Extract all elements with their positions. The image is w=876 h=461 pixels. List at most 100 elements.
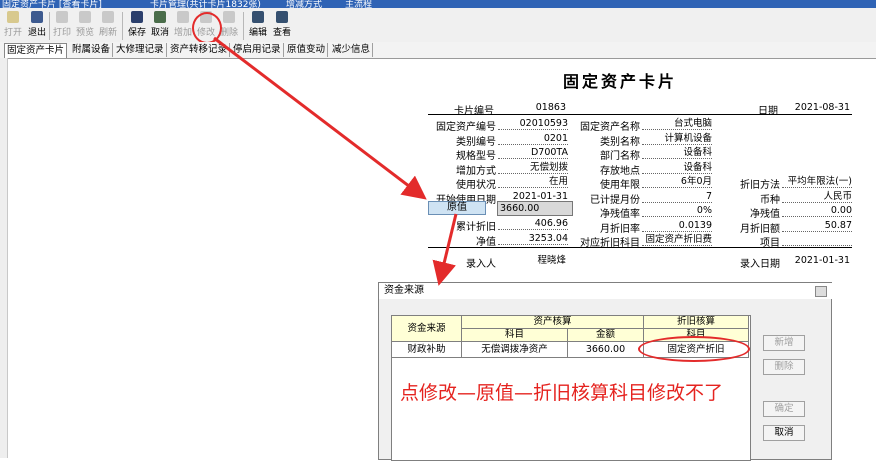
original-value-button[interactable]: 原值 bbox=[428, 201, 486, 215]
left-label: 类别编号 bbox=[456, 136, 496, 148]
mid-value: 7 bbox=[642, 191, 712, 203]
fund-source-dialog: 资金来源 资金来源 资产核算 折旧核算 科目 金额 科目 财政补助 无偿调拨净资… bbox=[378, 282, 836, 461]
modify-highlight-ring bbox=[192, 12, 222, 44]
left-label: 使用状况 bbox=[456, 180, 496, 191]
new-button[interactable]: 新增 bbox=[763, 335, 805, 351]
entry-date-label: 录入日期 bbox=[740, 259, 780, 270]
card-rule bbox=[428, 114, 852, 115]
mid-label: 使用年限 bbox=[600, 180, 640, 191]
right-value: 50.87 bbox=[782, 220, 852, 232]
col-group-asset: 资产核算 bbox=[462, 316, 644, 329]
toolbar: 打开 退出 打印 预览 刷新 保存 取消 增加 修改 删除 编辑 查看 bbox=[0, 8, 876, 43]
tab-stop-start-record[interactable]: 停启用记录 bbox=[231, 43, 284, 57]
refresh-button[interactable]: 刷新 bbox=[97, 11, 119, 41]
card-title: 固定资产卡片 bbox=[562, 72, 677, 91]
left-value: 0201 bbox=[498, 133, 568, 145]
window-tab-card[interactable]: 固定资产卡片 [查看卡片] bbox=[2, 0, 102, 8]
entered-by-label: 录入人 bbox=[466, 259, 496, 270]
right-label: 净残值 bbox=[750, 209, 780, 220]
col-amount: 金额 bbox=[568, 329, 644, 342]
exit-button[interactable]: 退出 bbox=[26, 11, 48, 41]
tab-attached-equipment[interactable]: 附属设备 bbox=[70, 43, 114, 57]
cell-amount[interactable]: 3660.00 bbox=[568, 342, 644, 358]
cell-asset-subject[interactable]: 无偿调拨净资产 bbox=[462, 342, 568, 358]
save-icon bbox=[131, 11, 143, 23]
view-button[interactable]: 查看 bbox=[271, 11, 293, 41]
add-button[interactable]: 增加 bbox=[172, 11, 194, 41]
close-icon[interactable] bbox=[815, 286, 827, 297]
right-label: 月折旧额 bbox=[740, 223, 780, 235]
window-tab-card-manage[interactable]: 卡片管理(共计卡片1832张) bbox=[150, 0, 261, 8]
cancel-button[interactable]: 取消 bbox=[149, 11, 171, 41]
mid-value: 台式电脑 bbox=[642, 118, 712, 130]
toolbar-separator bbox=[122, 12, 123, 40]
right-label: 折旧方法 bbox=[740, 180, 780, 191]
print-icon bbox=[56, 11, 68, 23]
toolbar-separator bbox=[49, 12, 50, 40]
annotation-text: 点修改—原值—折旧核算科目修改不了 bbox=[400, 382, 724, 404]
left-label: 固定资产编号 bbox=[436, 122, 496, 133]
right-value: 人民币 bbox=[782, 191, 852, 203]
left-label: 规格型号 bbox=[456, 151, 496, 162]
net-value: 3253.04 bbox=[498, 233, 568, 245]
col-asset-subject: 科目 bbox=[462, 329, 568, 342]
dep-subject-highlight-ring bbox=[638, 336, 750, 362]
net-value-label: 净值 bbox=[476, 237, 496, 248]
window-tab-main-flow[interactable]: 主流程 bbox=[345, 0, 372, 8]
add-icon bbox=[177, 11, 189, 23]
mid-label: 已计提月份 bbox=[590, 194, 640, 206]
toolbar-separator bbox=[243, 12, 244, 40]
right-value: 平均年限法(一) bbox=[782, 176, 852, 188]
left-label: 增加方式 bbox=[456, 165, 496, 177]
print-button[interactable]: 打印 bbox=[51, 11, 73, 41]
window-tab-change-method[interactable]: 增减方式 bbox=[286, 0, 322, 8]
tab-overhaul-record[interactable]: 大修理记录 bbox=[114, 43, 167, 57]
dialog-delete-button[interactable]: 删除 bbox=[763, 359, 805, 375]
mid-label: 月折旧率 bbox=[600, 223, 640, 235]
card-tabbar: 固定资产卡片 附属设备 大修理记录 资产转移记录 停启用记录 原值变动 减少信息 bbox=[0, 42, 876, 59]
right-value: 0.00 bbox=[782, 205, 852, 217]
tab-fixed-asset-card[interactable]: 固定资产卡片 bbox=[4, 43, 68, 58]
preview-icon bbox=[79, 11, 91, 23]
accum-dep-value: 406.96 bbox=[498, 218, 568, 230]
tab-original-value-change[interactable]: 原值变动 bbox=[285, 43, 329, 57]
left-value: 在用 bbox=[498, 176, 568, 188]
mid-value: 6年0月 bbox=[642, 176, 712, 188]
mid-value: 设备科 bbox=[642, 162, 712, 174]
left-value: 02010593 bbox=[498, 118, 568, 130]
edit-doc-icon bbox=[252, 11, 264, 23]
ok-button[interactable]: 确定 bbox=[763, 401, 805, 417]
left-gutter bbox=[0, 58, 8, 458]
left-value: D700TA bbox=[498, 147, 568, 159]
dialog-title: 资金来源 bbox=[379, 283, 836, 299]
mid-value: 固定资产折旧费 bbox=[642, 234, 712, 246]
right-value bbox=[782, 234, 852, 246]
card-no-value: 01863 bbox=[535, 102, 566, 113]
refresh-icon bbox=[102, 11, 114, 23]
right-label: 币种 bbox=[760, 194, 780, 206]
mid-value: 0.0139 bbox=[642, 220, 712, 232]
mid-label: 存放地点 bbox=[600, 165, 640, 177]
mid-label: 固定资产名称 bbox=[580, 122, 640, 133]
mid-label: 部门名称 bbox=[600, 151, 640, 162]
mid-value: 设备科 bbox=[642, 147, 712, 159]
tab-transfer-record[interactable]: 资产转移记录 bbox=[168, 43, 231, 57]
card-rule-bottom bbox=[428, 247, 852, 248]
edit-doc-button[interactable]: 编辑 bbox=[247, 11, 269, 41]
accum-dep-label: 累计折旧 bbox=[456, 222, 496, 233]
entry-date-value: 2021-01-31 bbox=[794, 255, 850, 266]
original-value-input[interactable] bbox=[497, 201, 573, 216]
mid-label: 净残值率 bbox=[600, 209, 640, 220]
cancel-icon bbox=[154, 11, 166, 23]
view-icon bbox=[276, 11, 288, 23]
cell-fund-source[interactable]: 财政补助 bbox=[392, 342, 462, 358]
mid-value: 计算机设备 bbox=[642, 133, 712, 145]
preview-button[interactable]: 预览 bbox=[74, 11, 96, 41]
mid-label: 类别名称 bbox=[600, 136, 640, 148]
dialog-cancel-button[interactable]: 取消 bbox=[763, 425, 805, 441]
tab-reduction-info[interactable]: 减少信息 bbox=[330, 43, 374, 57]
save-button[interactable]: 保存 bbox=[126, 11, 148, 41]
left-value: 无偿划拨 bbox=[498, 162, 568, 174]
open-button[interactable]: 打开 bbox=[2, 11, 24, 41]
col-group-depreciation: 折旧核算 bbox=[644, 316, 749, 329]
